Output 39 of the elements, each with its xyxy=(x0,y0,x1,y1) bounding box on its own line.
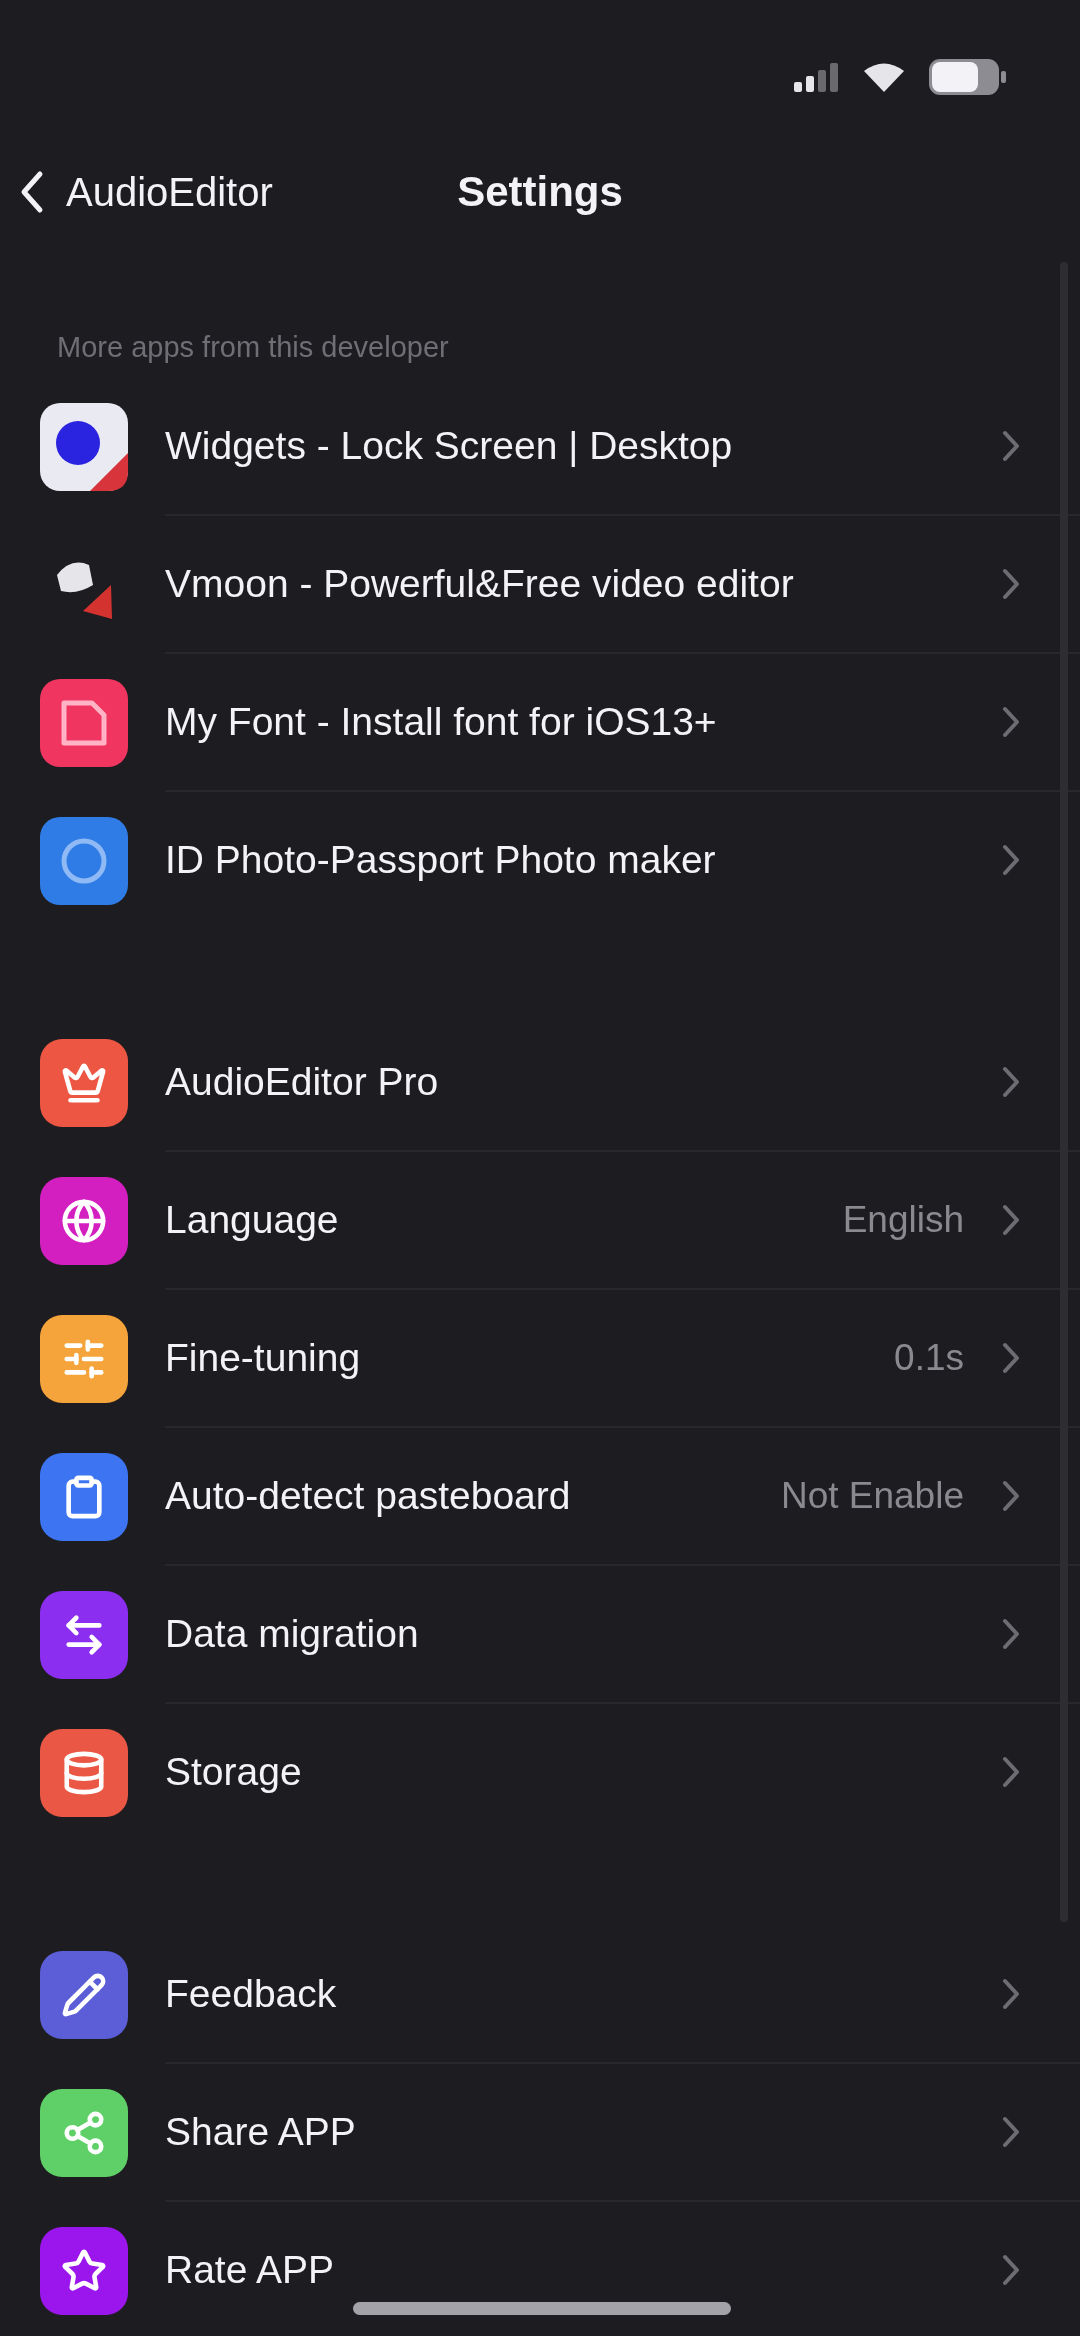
chevron-icon xyxy=(1002,430,1020,462)
settings-item[interactable]: Feedback xyxy=(165,1972,982,2016)
chevron-icon xyxy=(1002,844,1020,876)
settings-item[interactable]: Fine-tuning xyxy=(165,1336,875,1380)
settings-item[interactable]: Language xyxy=(165,1198,823,1242)
back-button[interactable]: AudioEditor xyxy=(20,162,273,222)
chevron-icon xyxy=(1002,568,1020,600)
settings-item[interactable]: Data migration xyxy=(165,1612,982,1656)
chevron-icon xyxy=(1002,1066,1020,1098)
app-link[interactable]: Widgets - Lock Screen | Desktop xyxy=(165,424,982,468)
screen-title: Settings xyxy=(457,168,623,216)
settings-item[interactable]: Storage xyxy=(165,1750,982,1794)
chevron-icon xyxy=(1002,2116,1020,2148)
app-link[interactable]: My Font - Install font for iOS13+ xyxy=(165,700,982,744)
app-icon xyxy=(40,403,128,491)
battery-icon xyxy=(928,58,1006,96)
wifi-icon xyxy=(864,62,904,92)
chevron-icon xyxy=(1002,1204,1020,1236)
chevron-icon xyxy=(1002,1480,1020,1512)
settings-item[interactable]: AudioEditor Pro xyxy=(165,1060,982,1104)
chevron-icon xyxy=(1002,706,1020,738)
signal-icon xyxy=(794,62,840,92)
app-link[interactable]: ID Photo-Passport Photo maker xyxy=(165,838,982,882)
settings-item[interactable]: Share APP xyxy=(165,2110,982,2154)
app-link[interactable]: Vmoon - Powerful&Free video editor xyxy=(165,562,982,606)
chevron-icon xyxy=(1002,1978,1020,2010)
app-icon xyxy=(40,817,128,905)
setting-value: Not Enable xyxy=(780,1475,964,1517)
chevron-icon xyxy=(1002,1342,1020,1374)
chevron-icon xyxy=(1002,1756,1020,1788)
chevron-icon xyxy=(1002,2254,1020,2286)
chevron-icon xyxy=(1002,1618,1020,1650)
section-header: More apps from this developer xyxy=(57,330,449,365)
settings-item[interactable]: Auto-detect pasteboard xyxy=(165,1474,761,1518)
setting-value: English xyxy=(842,1199,964,1241)
app-icon xyxy=(40,679,128,767)
settings-item[interactable]: Rate APP xyxy=(165,2248,982,2292)
back-icon xyxy=(20,170,44,214)
setting-value: 0.1s xyxy=(894,1337,964,1379)
